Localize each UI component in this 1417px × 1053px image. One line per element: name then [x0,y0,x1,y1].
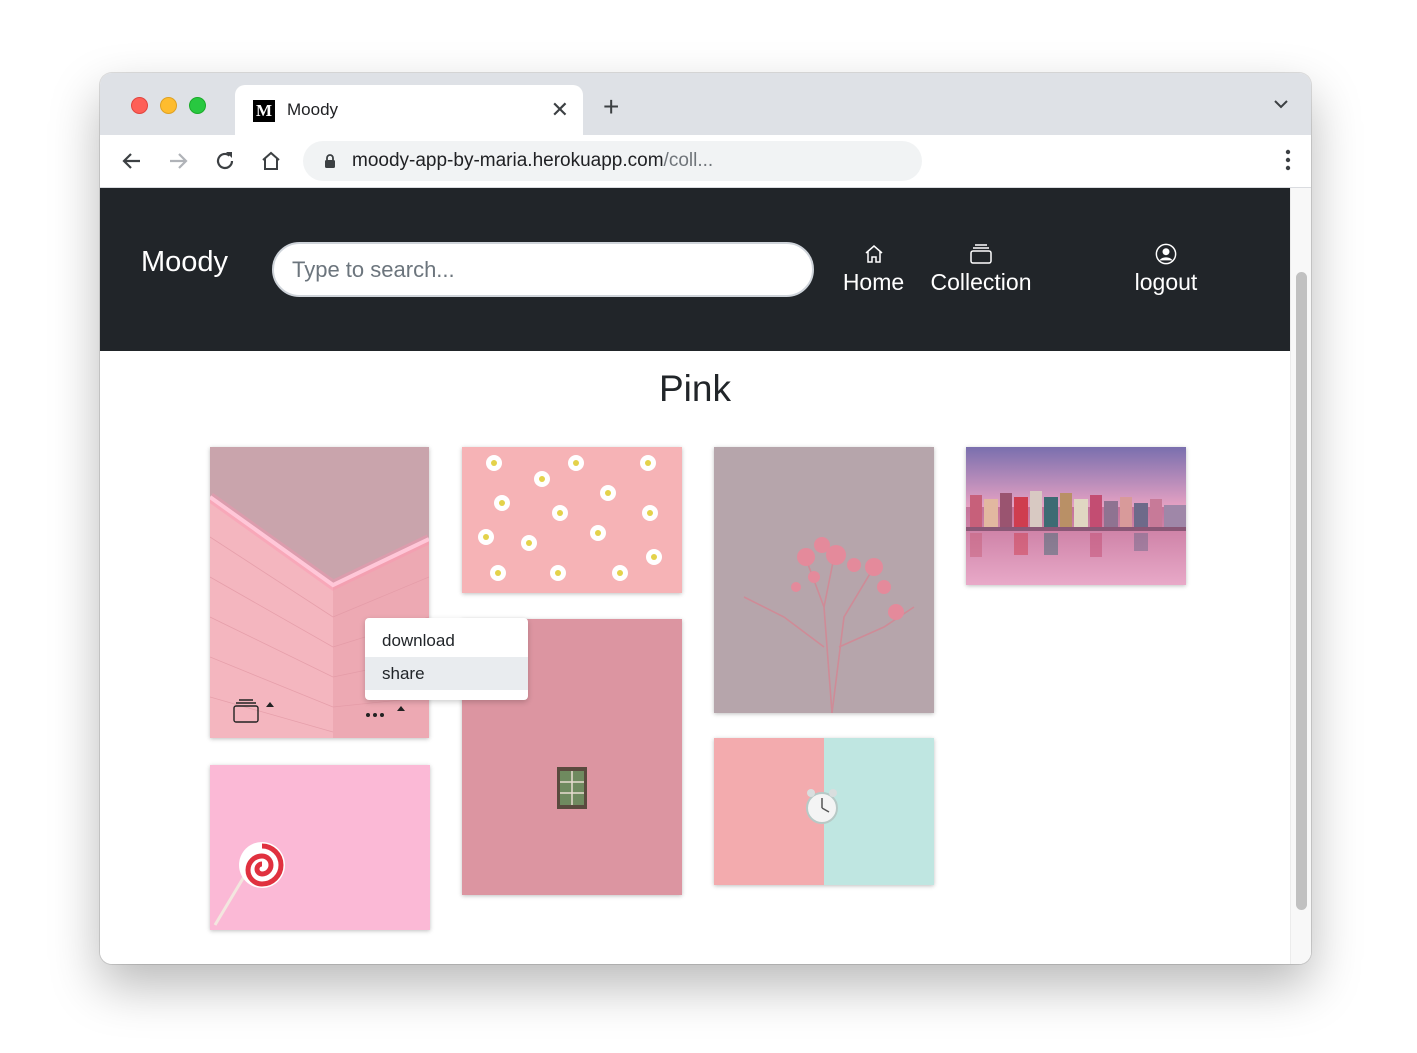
browser-window: M Moody ✕ + moody-app-by-maria.herokuapp… [100,73,1311,964]
alarm-clock-photo [714,738,934,885]
harbor-sunset-photo [966,447,1186,585]
collection-icon [970,244,992,264]
more-options-icon[interactable] [1285,149,1291,171]
browser-toolbar: moody-app-by-maria.herokuapp.com/coll... [100,135,1311,188]
page-viewport: Moody Home Collection [100,188,1311,964]
forward-arrow-icon[interactable] [165,148,191,174]
home-icon [865,245,882,263]
image-card[interactable] [462,447,682,593]
maximize-window-button[interactable] [189,97,206,114]
address-bar[interactable]: moody-app-by-maria.herokuapp.com/coll... [303,141,922,181]
add-to-collection-icon[interactable] [232,698,280,724]
favicon-icon: M [253,100,275,122]
back-arrow-icon[interactable] [119,148,145,174]
close-window-button[interactable] [131,97,148,114]
pink-flowers-photo [714,447,934,713]
user-circle-icon [1155,243,1177,265]
chevron-down-icon[interactable] [1273,99,1289,109]
home-icon[interactable] [258,148,284,174]
lollipop-photo [210,765,430,930]
brand-logo[interactable]: Moody [141,246,228,279]
image-card[interactable] [714,447,934,713]
image-card[interactable] [714,738,934,885]
minimize-window-button[interactable] [160,97,177,114]
menu-item-share[interactable]: share [365,657,528,690]
close-tab-icon[interactable]: ✕ [551,97,569,123]
image-options-menu: download share [365,618,528,700]
page-title: Pink [659,368,731,409]
browser-tab[interactable]: M Moody ✕ [235,85,583,135]
daisies-photo [462,447,682,593]
nav-home-label: Home [842,269,905,295]
lock-icon [325,154,335,168]
scrollbar-thumb[interactable] [1296,272,1307,910]
app-navbar: Moody Home Collection [100,188,1290,351]
nav-collection-label: Collection [930,269,1032,295]
image-card[interactable] [210,765,430,930]
scrollbar[interactable] [1290,188,1311,964]
tab-title: Moody [287,100,339,119]
url-host: moody-app-by-maria.herokuapp.com [352,150,664,171]
more-options-icon[interactable] [364,704,412,720]
url-path: /coll... [663,150,714,171]
nav-logout-label: logout [1134,269,1198,295]
nav-collection[interactable]: Collection [928,243,1034,296]
tab-strip: M Moody ✕ + [100,73,1311,135]
image-card[interactable] [966,447,1186,585]
reload-icon[interactable] [212,148,238,174]
new-tab-button[interactable]: + [603,93,619,121]
search-input[interactable] [272,242,814,297]
menu-item-download[interactable]: download [365,624,528,657]
nav-home[interactable]: Home [842,243,905,296]
url-text: moody-app-by-maria.herokuapp.com/coll... [352,150,713,172]
nav-logout[interactable]: logout [1131,243,1201,296]
